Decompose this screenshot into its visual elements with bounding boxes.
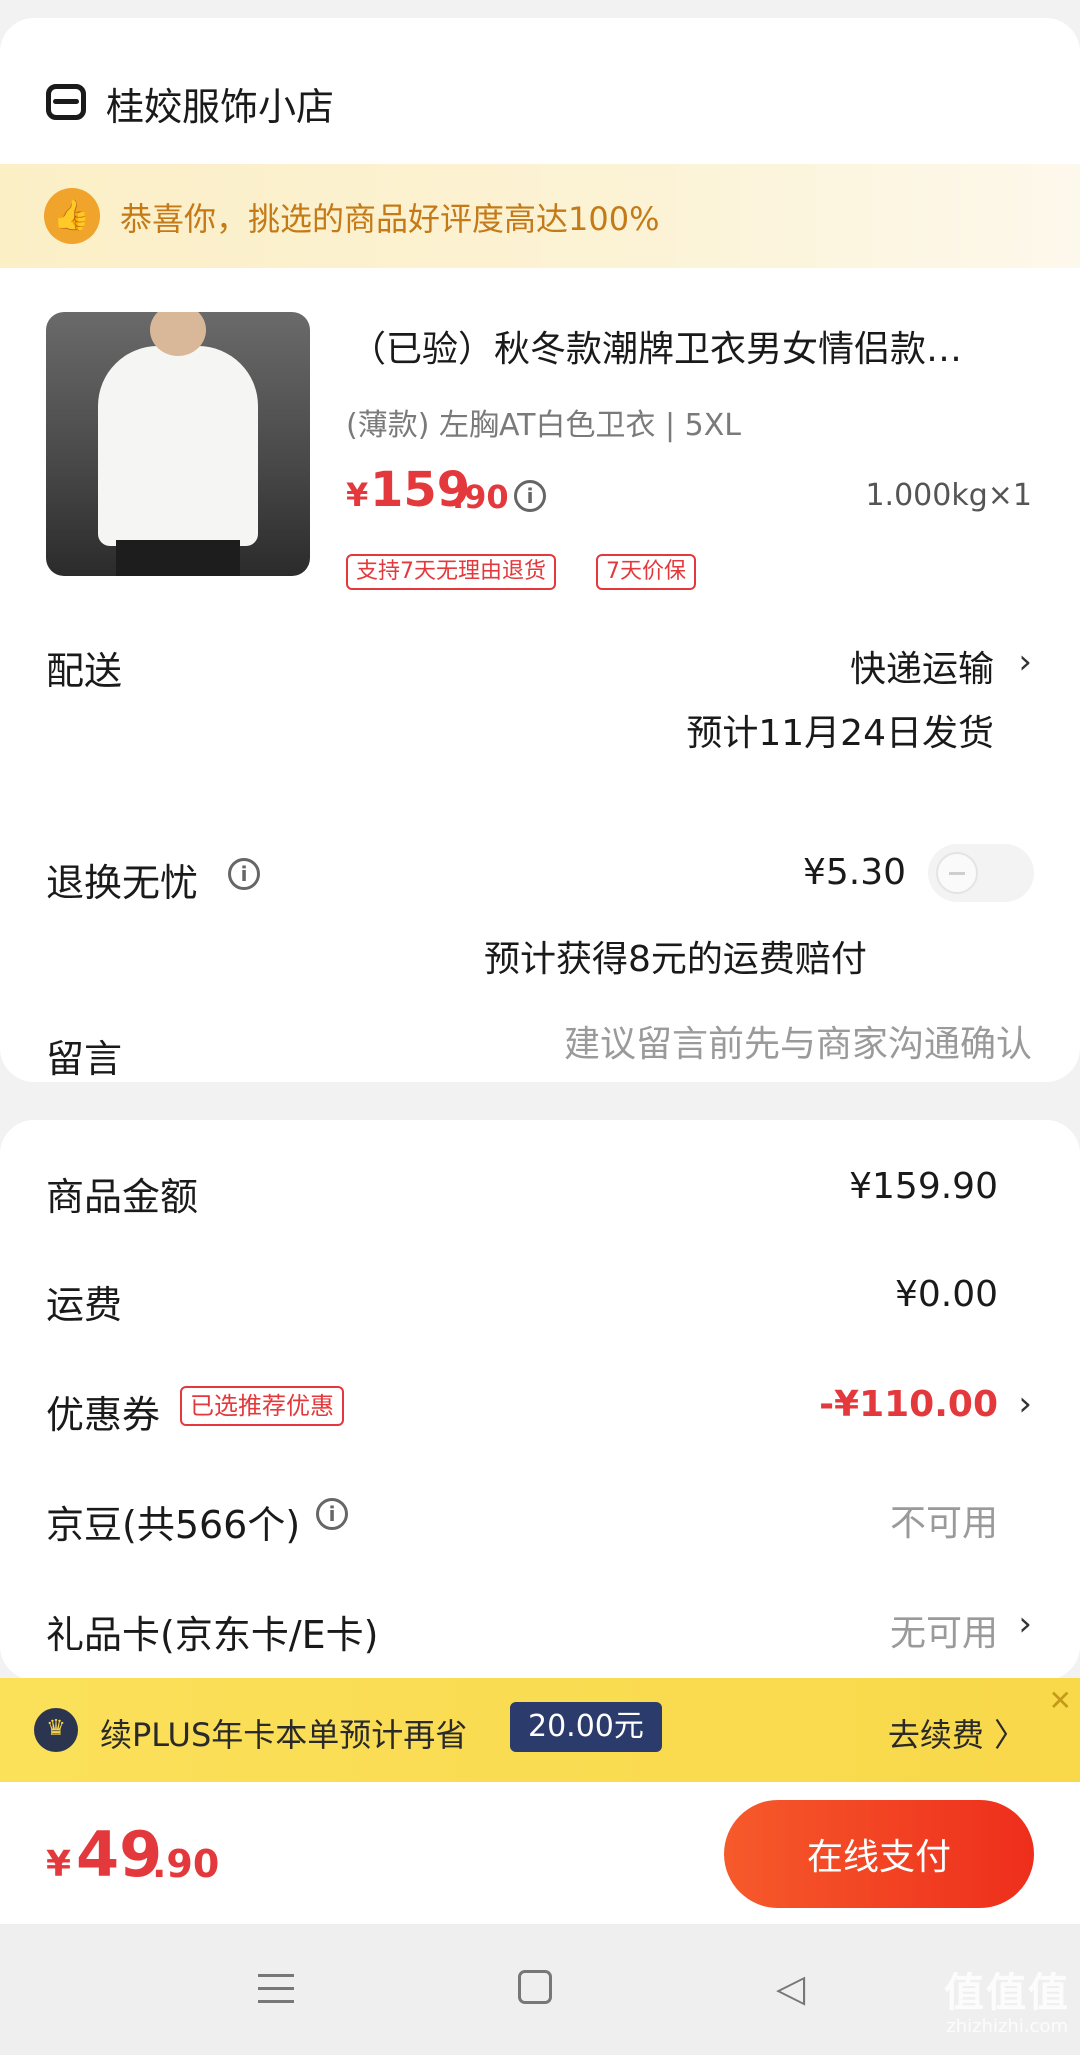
product-spec: (薄款) 左胸AT白色卫衣 | 5XL <box>346 408 741 443</box>
total-decimal: .90 <box>152 1842 220 1886</box>
total-symbol: ¥ <box>46 1844 72 1885</box>
return-policy-tag: 支持7天无理由退货 <box>346 554 556 590</box>
banner-text: 恭喜你，挑选的商品好评度高达100% <box>120 200 660 238</box>
return-service-toggle[interactable] <box>928 844 1034 902</box>
message-input[interactable] <box>432 1024 1032 1065</box>
return-info-icon[interactable]: i <box>228 858 260 890</box>
pay-online-button[interactable]: 在线支付 <box>724 1800 1034 1908</box>
thumbs-up-icon: 👍 <box>44 188 100 244</box>
chevron-right-icon[interactable]: › <box>1018 1604 1032 1644</box>
pay-bar: ¥ 49 .90 在线支付 <box>0 1782 1080 1924</box>
site-watermark-url: zhizhizhi.com <box>946 2016 1068 2037</box>
goods-amount-label: 商品金额 <box>46 1175 199 1219</box>
return-service-price: ¥5.30 <box>802 852 906 893</box>
goods-amount-value: ¥159.90 <box>849 1166 998 1207</box>
system-nav-bar: ◁ 值值值 zhizhizhi.com <box>0 1924 1080 2055</box>
plus-renewal-bar[interactable]: ♛ 续PLUS年卡本单预计再省 20.00元 去续费 〉 ✕ <box>0 1678 1080 1782</box>
menu-icon[interactable] <box>258 1974 294 2004</box>
shipping-fee-label: 运费 <box>46 1283 123 1327</box>
site-watermark: 值值值 <box>944 1970 1070 2016</box>
return-service-note: 预计获得8元的运费赔付 <box>484 939 867 980</box>
total-integer: 49 <box>76 1818 163 1891</box>
jd-beans-label: 京豆(共566个) <box>46 1503 301 1547</box>
home-icon[interactable] <box>518 1970 552 2004</box>
beans-info-icon[interactable]: i <box>316 1498 348 1530</box>
delivery-estimate: 预计11月24日发货 <box>686 713 994 754</box>
price-protection-tag: 7天价保 <box>596 554 696 590</box>
gift-card-value[interactable]: 无可用 <box>890 1604 998 1656</box>
crown-icon: ♛ <box>34 1708 78 1752</box>
store-icon <box>46 84 86 120</box>
price-decimal: .90 <box>452 478 509 516</box>
product-title[interactable]: （已验）秋冬款潮牌卫衣男女情侣款… <box>350 320 1040 372</box>
shipping-fee-value: ¥0.00 <box>894 1274 998 1315</box>
order-card: 桂姣服饰小店 👍 恭喜你，挑选的商品好评度高达100% （已验）秋冬款潮牌卫衣男… <box>0 18 1080 1082</box>
coupon-value[interactable]: -¥110.00 <box>819 1384 998 1425</box>
back-icon[interactable]: ◁ <box>776 1966 805 2010</box>
close-icon[interactable]: ✕ <box>1049 1684 1072 1717</box>
message-label: 留言 <box>46 1037 123 1081</box>
chevron-right-icon[interactable]: › <box>1018 1384 1032 1424</box>
weight-quantity: 1.000kg×1 <box>865 478 1032 513</box>
plus-renew-link[interactable]: 去续费 〉 <box>888 1710 1026 1756</box>
price-symbol: ¥ <box>346 476 369 514</box>
store-name[interactable]: 桂姣服饰小店 <box>106 76 334 131</box>
plus-promo-text: 续PLUS年卡本单预计再省 <box>100 1716 468 1754</box>
product-image[interactable] <box>46 312 310 576</box>
gift-card-label[interactable]: 礼品卡(京东卡/E卡) <box>46 1604 378 1659</box>
plus-savings-badge: 20.00元 <box>510 1702 662 1752</box>
coupon-recommended-tag: 已选推荐优惠 <box>180 1386 344 1426</box>
chevron-right-icon[interactable]: › <box>1018 642 1032 682</box>
jd-beans-value: 不可用 <box>889 1503 998 1544</box>
delivery-label: 配送 <box>46 649 123 693</box>
coupon-label[interactable]: 优惠券 <box>46 1384 160 1439</box>
price-info-icon[interactable]: i <box>514 480 546 512</box>
rating-banner: 👍 恭喜你，挑选的商品好评度高达100% <box>0 164 1080 268</box>
return-service-label: 退换无忧 <box>46 861 199 905</box>
delivery-method[interactable]: 快递运输 <box>850 640 994 692</box>
